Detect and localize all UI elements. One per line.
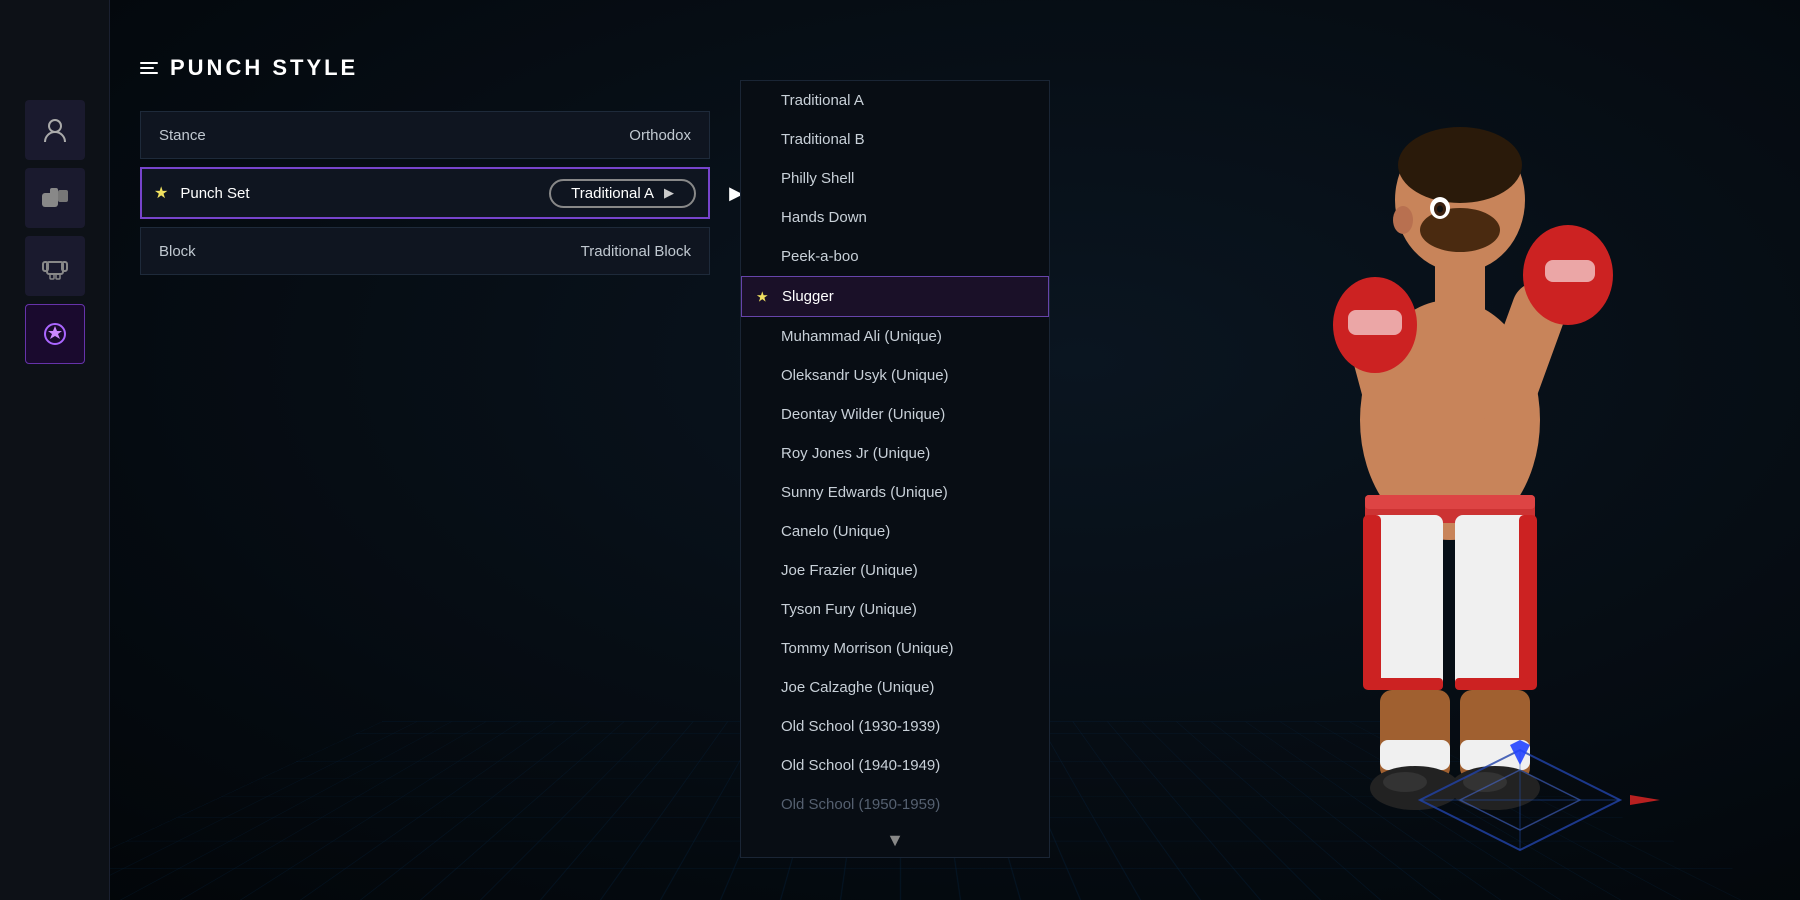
punch-set-star-icon: ★ — [154, 183, 168, 203]
item-label: Oleksandr Usyk (Unique) — [781, 367, 949, 384]
sidebar — [0, 0, 110, 900]
value-arrow-icon: ▶ — [664, 185, 674, 201]
section-header: PUNCH STYLE — [140, 55, 780, 81]
punch-set-value-box[interactable]: Traditional A ▶ — [549, 179, 696, 208]
item-label: Sunny Edwards (Unique) — [781, 484, 948, 501]
dropdown-item-old-school-1930[interactable]: Old School (1930-1939) — [741, 707, 1049, 746]
block-value: Traditional Block — [581, 243, 691, 260]
item-label: Philly Shell — [781, 170, 854, 187]
punch-set-value: Traditional A — [571, 185, 654, 202]
block-row[interactable]: Block Traditional Block — [140, 227, 710, 275]
punch-set-row[interactable]: ★ Punch Set Traditional A ▶ — [140, 167, 710, 219]
sidebar-icon-gloves[interactable] — [25, 168, 85, 228]
dropdown-item-old-school-1940[interactable]: Old School (1940-1949) — [741, 746, 1049, 785]
main-content: PUNCH STYLE Stance Orthodox ★ Punch Set … — [110, 0, 810, 900]
dropdown-item-hands-down[interactable]: Hands Down — [741, 198, 1049, 237]
stance-value: Orthodox — [629, 127, 691, 144]
dropdown-item-joe-calzaghe[interactable]: Joe Calzaghe (Unique) — [741, 668, 1049, 707]
dropdown-item-peek-a-boo[interactable]: Peek-a-boo — [741, 237, 1049, 276]
dropdown-item-old-school-1950[interactable]: Old School (1950-1959) — [741, 785, 1049, 824]
item-label: Deontay Wilder (Unique) — [781, 406, 945, 423]
page-title: PUNCH STYLE — [170, 55, 358, 81]
dropdown-item-sunny-edwards[interactable]: Sunny Edwards (Unique) — [741, 473, 1049, 512]
floor-markers — [1370, 740, 1670, 860]
dropdown-item-canelo[interactable]: Canelo (Unique) — [741, 512, 1049, 551]
item-label: Joe Frazier (Unique) — [781, 562, 918, 579]
item-label: Traditional B — [781, 131, 865, 148]
item-label: Muhammad Ali (Unique) — [781, 328, 942, 345]
item-star-icon: ★ — [756, 288, 769, 305]
stance-row[interactable]: Stance Orthodox — [140, 111, 710, 159]
dropdown-item-joe-frazier[interactable]: Joe Frazier (Unique) — [741, 551, 1049, 590]
dropdown-item-deontay-wilder[interactable]: Deontay Wilder (Unique) — [741, 395, 1049, 434]
item-label: Peek-a-boo — [781, 248, 859, 265]
item-label: Tyson Fury (Unique) — [781, 601, 917, 618]
item-label: Old School (1940-1949) — [781, 757, 940, 774]
punch-set-container: ★ Punch Set Traditional A ▶ ▶ — [140, 167, 780, 219]
dropdown-item-philly-shell[interactable]: Philly Shell — [741, 159, 1049, 198]
dropdown-item-muhammad-ali[interactable]: Muhammad Ali (Unique) — [741, 317, 1049, 356]
stance-label: Stance — [159, 127, 629, 144]
dropdown-item-tommy-morrison[interactable]: Tommy Morrison (Unique) — [741, 629, 1049, 668]
item-label: Canelo (Unique) — [781, 523, 890, 540]
item-label: Slugger — [782, 288, 834, 305]
dropdown-item-oleksandr-usyk[interactable]: Oleksandr Usyk (Unique) — [741, 356, 1049, 395]
item-label: Old School (1930-1939) — [781, 718, 940, 735]
sidebar-icon-profile[interactable] — [25, 100, 85, 160]
dropdown-item-roy-jones-jr[interactable]: Roy Jones Jr (Unique) — [741, 434, 1049, 473]
punch-set-dropdown: Traditional A Traditional B Philly Shell Ha… — [740, 80, 1050, 858]
item-label: Roy Jones Jr (Unique) — [781, 445, 930, 462]
boxer-character — [1200, 40, 1700, 820]
dropdown-item-slugger[interactable]: ★ Slugger — [741, 276, 1049, 317]
sidebar-icon-special[interactable] — [25, 304, 85, 364]
item-label: Joe Calzaghe (Unique) — [781, 679, 934, 696]
dropdown-item-traditional-a[interactable]: Traditional A — [741, 81, 1049, 120]
block-label: Block — [159, 243, 581, 260]
sidebar-icon-body[interactable] — [25, 236, 85, 296]
menu-lines-icon — [140, 62, 158, 74]
dropdown-item-traditional-b[interactable]: Traditional B — [741, 120, 1049, 159]
item-label: Old School (1950-1959) — [781, 796, 940, 813]
item-label: Tommy Morrison (Unique) — [781, 640, 954, 657]
punch-set-label: Punch Set — [180, 185, 549, 202]
scroll-down-arrow[interactable]: ▼ — [741, 824, 1049, 857]
dropdown-item-tyson-fury[interactable]: Tyson Fury (Unique) — [741, 590, 1049, 629]
item-label: Hands Down — [781, 209, 867, 226]
item-label: Traditional A — [781, 92, 864, 109]
